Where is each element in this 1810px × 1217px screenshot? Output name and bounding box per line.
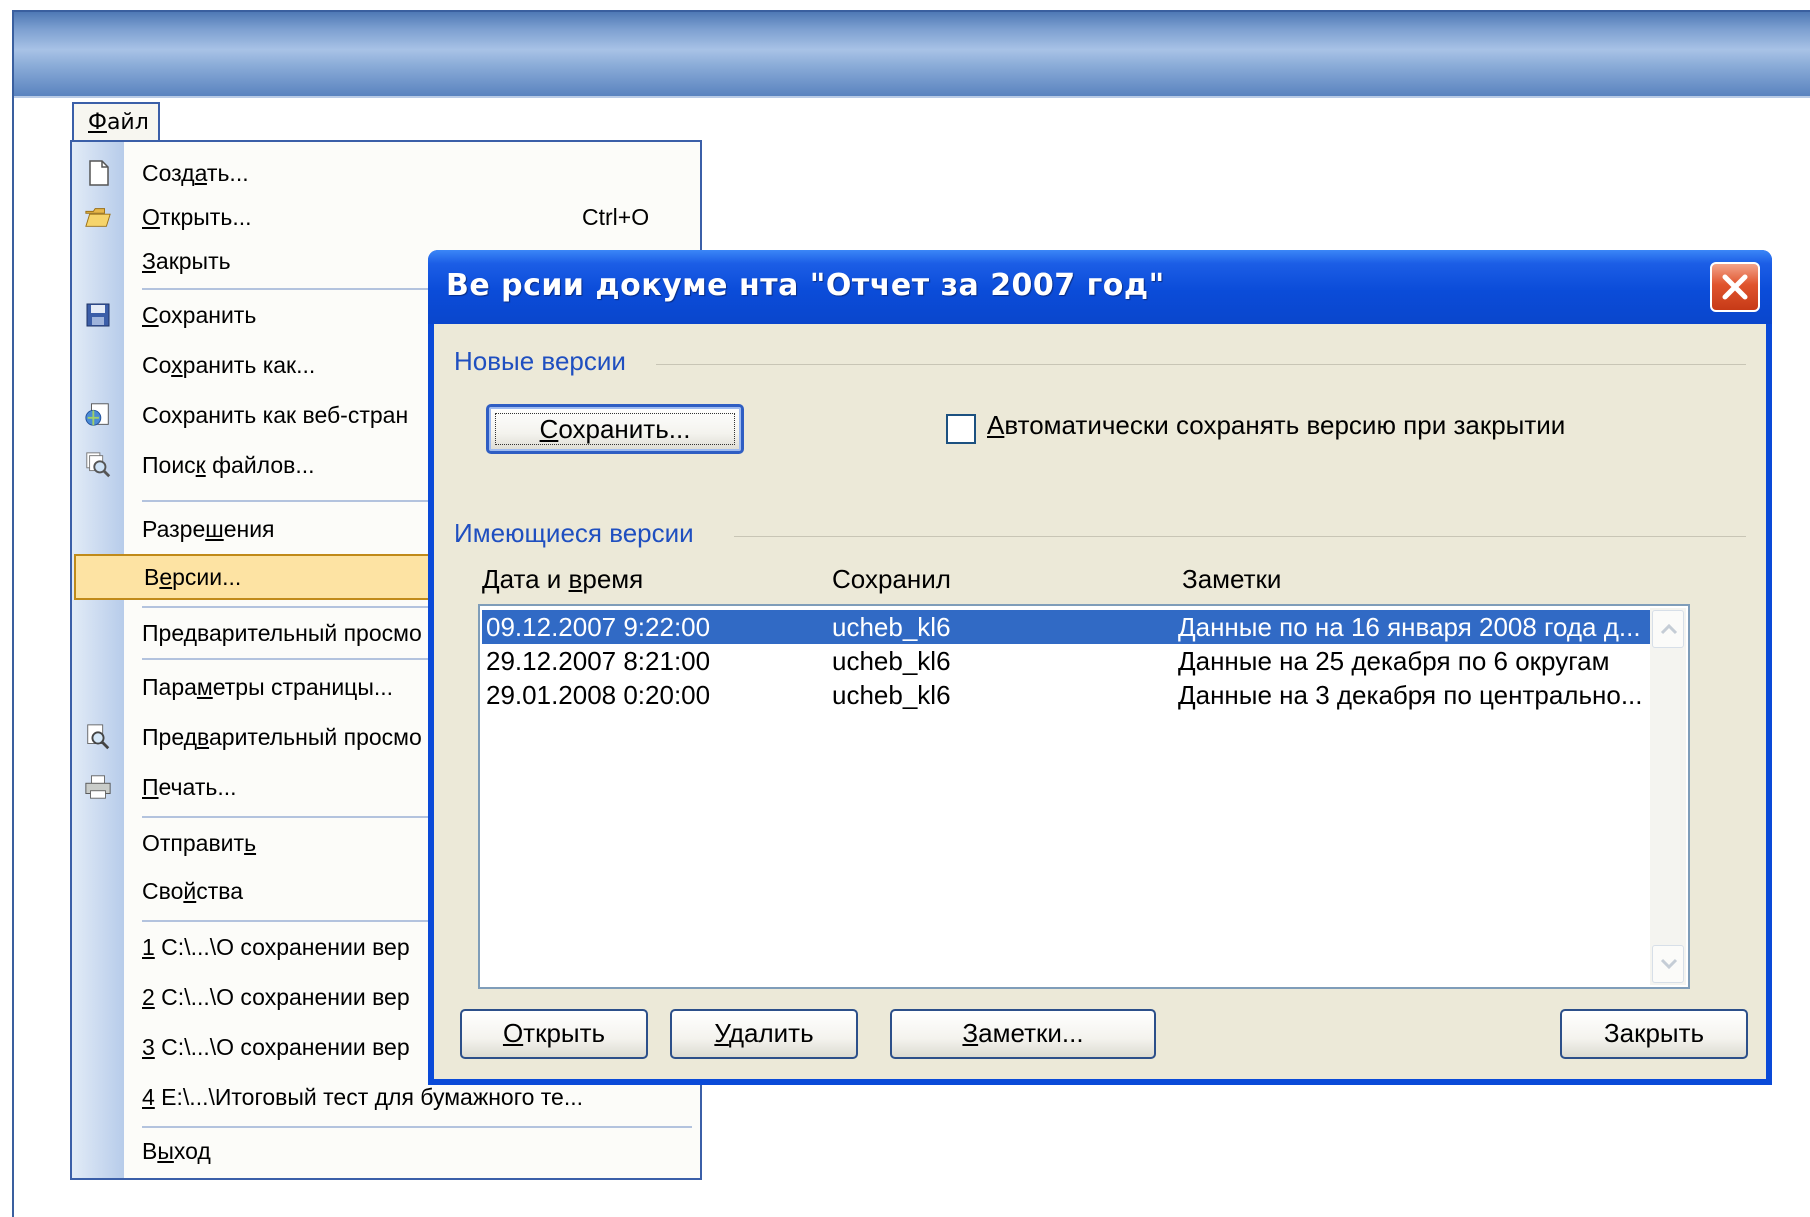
dialog-close-button[interactable]: [1710, 262, 1760, 312]
autosave-checkbox[interactable]: [946, 414, 976, 444]
new-document-icon: [89, 160, 109, 186]
group-divider: [656, 364, 1746, 365]
dialog-title: Ве рсии докуме нта "Отчет за 2007 год": [446, 268, 1165, 303]
banner-divider: [14, 96, 1810, 98]
scroll-down-button[interactable]: [1652, 945, 1684, 983]
menu-file-tab[interactable]: Файл: [72, 102, 160, 142]
open-folder-icon: [85, 208, 111, 227]
close-icon: [1722, 274, 1748, 300]
menu-item-open[interactable]: Открыть... Ctrl+O: [72, 194, 700, 240]
versions-list[interactable]: 09.12.2007 9:22:00 ucheb_kl6 Данные по н…: [478, 604, 1690, 989]
column-header-date[interactable]: Дата и время: [482, 564, 643, 595]
autosave-checkbox-label[interactable]: Автоматически сохранять версию при закры…: [987, 410, 1565, 441]
versions-list-scrollbar[interactable]: [1650, 608, 1686, 985]
menu-item-new[interactable]: Создать...: [72, 150, 700, 196]
version-row[interactable]: 29.01.2008 0:20:00 ucheb_kl6 Данные на 3…: [482, 678, 1702, 712]
delete-version-button[interactable]: Удалить: [670, 1009, 858, 1059]
print-preview-icon: [87, 724, 110, 750]
file-search-icon: [86, 452, 111, 478]
chevron-down-icon: [1660, 958, 1678, 970]
group-divider: [734, 536, 1746, 537]
open-shortcut: Ctrl+O: [582, 204, 650, 230]
column-header-saved-by[interactable]: Сохранил: [832, 564, 951, 595]
version-row[interactable]: 09.12.2007 9:22:00 ucheb_kl6 Данные по н…: [482, 610, 1650, 644]
scroll-up-button[interactable]: [1652, 610, 1684, 648]
new-versions-group-label: Новые версии: [454, 346, 626, 376]
column-header-notes[interactable]: Заметки: [1182, 564, 1281, 595]
focus-ring: [495, 413, 735, 445]
printer-icon: [85, 775, 111, 799]
close-dialog-button[interactable]: Закрыть: [1560, 1009, 1748, 1059]
web-page-icon: [85, 403, 109, 426]
versions-dialog: Ве рсии докуме нта "Отчет за 2007 год" Н…: [428, 250, 1772, 1085]
dialog-body: Новые версии Сохранить... Автоматически …: [434, 324, 1766, 1079]
existing-versions-group-label: Имеющиеся версии: [454, 518, 694, 548]
save-disk-icon: [86, 303, 110, 327]
notes-button[interactable]: Заметки...: [890, 1009, 1156, 1059]
dialog-titlebar[interactable]: Ве рсии докуме нта "Отчет за 2007 год": [428, 250, 1772, 324]
open-version-button[interactable]: Открыть: [460, 1009, 648, 1059]
save-version-button[interactable]: Сохранить...: [486, 404, 744, 454]
menu-item-exit[interactable]: Выход: [72, 1128, 700, 1174]
chevron-up-icon: [1660, 623, 1678, 635]
version-row[interactable]: 29.12.2007 8:21:00 ucheb_kl6 Данные на 2…: [482, 644, 1702, 678]
slide-banner: [14, 12, 1810, 96]
